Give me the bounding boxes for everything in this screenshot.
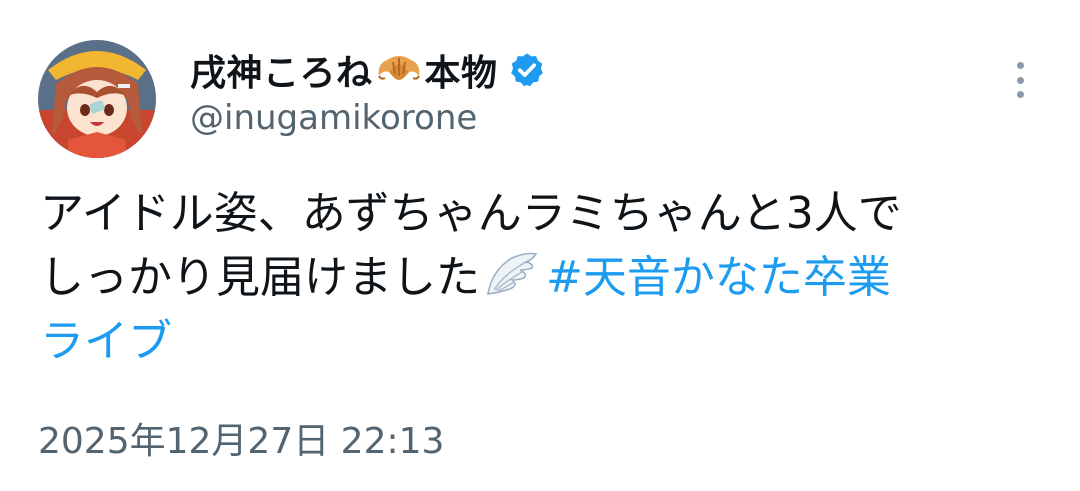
more-dot xyxy=(1016,91,1024,98)
tweet-text: アイドル姿、あずちゃんラミちゃんと3人で しっかり見届けました #天音かなた卒業… xyxy=(40,182,1040,374)
display-name-part1[interactable]: 戌神ころね xyxy=(190,44,373,96)
tweet-line-2-text: しっかり見届けました xyxy=(40,252,480,303)
hashtag-part-1[interactable]: #天音かなた卒業 xyxy=(546,252,891,303)
tweet-card: 戌神ころね 本物 @inugamikorone アイドル姿、あずちゃんラミちゃん… xyxy=(0,0,1080,491)
more-options-button[interactable] xyxy=(1000,58,1040,102)
timestamp[interactable]: 2025年12月27日 22:13 xyxy=(38,412,444,464)
display-name-part2[interactable]: 本物 xyxy=(425,44,498,96)
more-dot xyxy=(1016,62,1024,69)
author-name-row[interactable]: 戌神ころね 本物 xyxy=(190,44,546,96)
avatar[interactable] xyxy=(38,40,156,158)
hashtag-part-2[interactable]: ライブ xyxy=(40,316,172,367)
author-handle[interactable]: @inugamikorone xyxy=(190,98,477,138)
verified-badge-icon[interactable] xyxy=(508,51,546,89)
croissant-icon xyxy=(375,50,423,90)
wing-icon xyxy=(482,250,540,300)
tweet-line-1: アイドル姿、あずちゃんラミちゃんと3人で xyxy=(40,188,902,239)
more-dot xyxy=(1016,76,1024,84)
